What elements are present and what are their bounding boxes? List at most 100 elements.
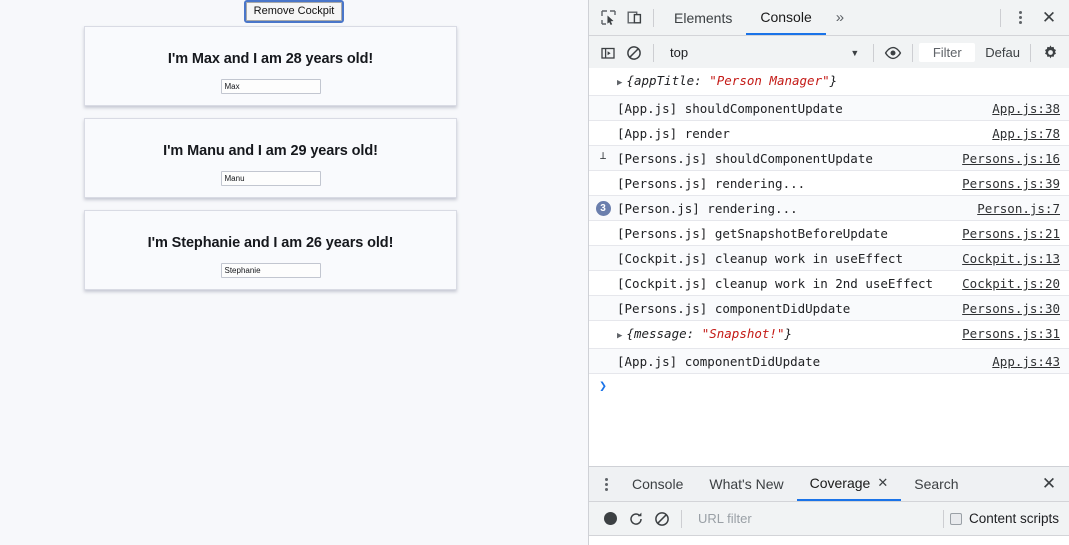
console-row[interactable]: ⟂ [Persons.js] shouldComponentUpdate Per… [589, 146, 1069, 171]
row-gutter [589, 300, 617, 301]
person-title: I'm Max and I am 28 years old! [167, 51, 374, 67]
console-message: [App.js] render [617, 126, 730, 141]
console-message: ▶ {message: "Snapshot!"} [617, 325, 962, 345]
console-source-link[interactable]: Persons.js:31 [962, 325, 1069, 342]
console-filter-input[interactable]: Filter [919, 43, 976, 62]
drawer-tab-label: Coverage [809, 475, 871, 491]
close-icon[interactable]: ✕ [877, 475, 888, 491]
drawer-tab-label: Search [914, 476, 959, 492]
toolbar-separator [873, 43, 875, 62]
url-filter-input[interactable]: URL filter [688, 511, 937, 526]
live-expression-icon[interactable] [880, 40, 906, 66]
drawer-tab-coverage[interactable]: Coverage ✕ [796, 467, 902, 501]
violation-tick-icon: ⟂ [599, 149, 607, 162]
remove-cockpit-button[interactable]: Remove Cockpit [243, 0, 345, 23]
drawer-tab-console[interactable]: Console [619, 467, 696, 501]
console-message: [App.js] shouldComponentUpdate [617, 101, 843, 116]
row-gutter [589, 225, 617, 226]
console-row[interactable]: [Cockpit.js] cleanup work in useEffect C… [589, 246, 1069, 271]
console-source-link[interactable]: App.js:38 [992, 100, 1069, 117]
toolbar-separator [942, 509, 944, 528]
console-row[interactable]: [Persons.js] componentDidUpdate Persons.… [589, 296, 1069, 321]
close-icon[interactable]: ✕ [1033, 5, 1065, 31]
object-prefix: {appTitle: [626, 73, 710, 88]
console-source-link[interactable]: App.js:78 [992, 125, 1069, 142]
console-source-link[interactable]: Cockpit.js:20 [962, 275, 1069, 292]
console-message: [Persons.js] shouldComponentUpdate [617, 151, 873, 166]
console-message: [App.js] componentDidUpdate [617, 354, 821, 369]
toolbar-separator [912, 43, 914, 62]
console-row[interactable]: 3 [Person.js] rendering... Person.js:7 [589, 196, 1069, 221]
clear-icon[interactable] [649, 506, 675, 532]
settings-gear-icon[interactable] [1037, 40, 1063, 66]
device-toolbar-icon[interactable] [621, 5, 647, 31]
object-suffix: } [829, 73, 838, 88]
console-message: [Persons.js] getSnapshotBeforeUpdate [617, 226, 888, 241]
drawer-more-options-icon[interactable] [593, 477, 619, 491]
toolbar-separator [1000, 8, 1001, 27]
console-message: [Person.js] rendering... [617, 201, 798, 216]
inspect-element-icon[interactable] [595, 5, 621, 31]
console-row[interactable]: [App.js] componentDidUpdate App.js:43 [589, 349, 1069, 374]
drawer-close-icon[interactable]: ✕ [1033, 471, 1065, 497]
more-tabs-icon[interactable]: » [826, 9, 854, 26]
row-gutter: 3 [589, 200, 617, 216]
console-row[interactable]: [App.js] shouldComponentUpdate App.js:38 [589, 96, 1069, 121]
prompt-arrow-icon: ❯ [599, 379, 607, 394]
person-title: I'm Manu and I am 29 years old! [163, 143, 378, 159]
person-name-input[interactable] [220, 79, 321, 94]
console-message: [Persons.js] componentDidUpdate [617, 301, 851, 316]
object-string: "Snapshot!" [701, 326, 785, 341]
devtools-main-toolbar: Elements Console » ✕ [589, 0, 1069, 36]
toolbar-separator [681, 509, 682, 528]
screen: Remove Cockpit I'm Max and I am 28 years… [0, 0, 1069, 545]
drawer-tab-whats-new[interactable]: What's New [696, 467, 796, 501]
drawer-tab-search[interactable]: Search [901, 467, 971, 501]
console-toolbar: top ▼ Filter Defau [589, 36, 1069, 70]
more-options-icon[interactable] [1007, 11, 1033, 24]
console-row[interactable]: [Cockpit.js] cleanup work in 2nd useEffe… [589, 271, 1069, 296]
row-gutter [589, 175, 617, 176]
row-gutter: ⟂ [589, 150, 617, 161]
console-row[interactable]: ▶ {message: "Snapshot!"} Persons.js:31 [589, 321, 1069, 349]
person-name-input[interactable] [220, 263, 321, 278]
devtools-panel: Elements Console » ✕ top ▼ Filter Defau … [588, 0, 1069, 545]
record-button-icon[interactable] [597, 506, 623, 532]
content-scripts-checkbox[interactable] [949, 512, 962, 525]
console-source-link[interactable]: Person.js:7 [977, 200, 1069, 217]
console-row[interactable]: [App.js] render App.js:78 [589, 121, 1069, 146]
console-sidebar-icon[interactable] [595, 40, 621, 66]
console-prompt[interactable]: ❯ [589, 374, 1069, 406]
console-source-link[interactable]: App.js:43 [992, 353, 1069, 370]
row-gutter [589, 100, 617, 101]
person-title: I'm Stephanie and I am 26 years old! [147, 235, 394, 251]
reload-icon[interactable] [623, 506, 649, 532]
console-source-link[interactable]: Persons.js:21 [962, 225, 1069, 242]
drawer-tab-bar: Console What's New Coverage ✕ Search ✕ [589, 467, 1069, 502]
console-log-list[interactable]: ▶ {appTitle: "Person Manager"} [App.js] s… [589, 68, 1069, 447]
execution-context-value: top [670, 45, 689, 60]
console-row[interactable]: ▶ {appTitle: "Person Manager"} [589, 68, 1069, 96]
console-message: [Persons.js] rendering... [617, 176, 806, 191]
clear-console-icon[interactable] [621, 40, 647, 66]
person-card: I'm Manu and I am 29 years old! [84, 118, 457, 198]
tab-elements[interactable]: Elements [660, 1, 746, 35]
row-gutter [589, 275, 617, 276]
tab-console[interactable]: Console [746, 1, 826, 35]
object-string: "Person Manager" [709, 73, 830, 88]
console-source-link[interactable]: Cockpit.js:13 [962, 250, 1069, 267]
object-suffix: } [784, 326, 793, 341]
expand-arrow-icon[interactable]: ▶ [617, 78, 622, 88]
console-message: ▶ {appTitle: "Person Manager"} [617, 72, 1060, 92]
execution-context-select[interactable]: top ▼ [660, 45, 867, 60]
expand-arrow-icon[interactable]: ▶ [617, 331, 622, 341]
console-row[interactable]: [Persons.js] rendering... Persons.js:39 [589, 171, 1069, 196]
console-source-link[interactable]: Persons.js:30 [962, 300, 1069, 317]
person-name-input[interactable] [220, 171, 321, 186]
console-source-link[interactable]: Persons.js:39 [962, 175, 1069, 192]
console-row[interactable]: [Persons.js] getSnapshotBeforeUpdate Per… [589, 221, 1069, 246]
console-source-link[interactable]: Persons.js:16 [962, 150, 1069, 167]
toolbar-separator [1030, 43, 1031, 62]
console-level-select[interactable]: Defau [981, 45, 1024, 60]
content-scripts-label[interactable]: Content scripts [962, 511, 1059, 526]
